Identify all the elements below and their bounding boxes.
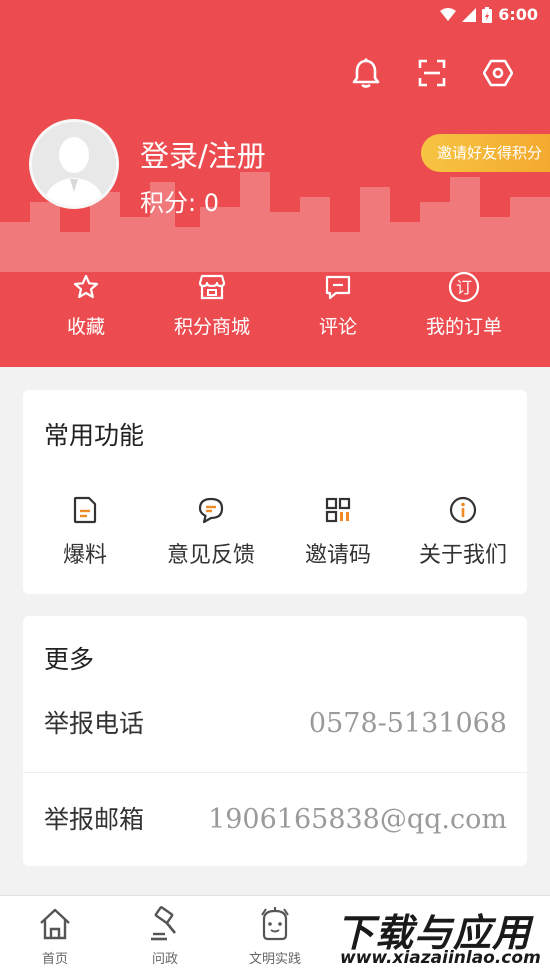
tab-label: 文明实践 bbox=[248, 952, 301, 967]
common-functions-card: 常用功能 爆料 意见反馈 邀请码 关于我们 bbox=[23, 390, 527, 594]
quick-nav-points-mall[interactable]: 积分商城 bbox=[166, 268, 258, 339]
avatar[interactable] bbox=[29, 119, 119, 209]
report-phone-value[interactable]: 0578-5131068 bbox=[309, 676, 507, 772]
watermark-overlay: 下载与应用 www.xiazaiinlao.com bbox=[330, 898, 550, 976]
wifi-icon bbox=[440, 7, 457, 21]
quick-nav-label: 收藏 bbox=[66, 316, 105, 338]
tab-label: 首页 bbox=[41, 952, 68, 967]
function-label: 爆料 bbox=[62, 543, 107, 568]
function-label: 意见反馈 bbox=[166, 543, 255, 568]
report-email-label: 举报邮箱 bbox=[44, 805, 145, 834]
star-icon bbox=[73, 268, 99, 306]
quick-nav-my-orders[interactable]: 订 我的订单 bbox=[418, 268, 510, 339]
function-invite-code[interactable]: 邀请码 bbox=[297, 494, 379, 569]
report-email-row[interactable]: 举报邮箱 1906165838@qq.com bbox=[23, 772, 527, 868]
tipoff-icon bbox=[72, 494, 98, 526]
tab-label: 问政 bbox=[151, 952, 178, 967]
comment-icon bbox=[324, 268, 352, 306]
quick-nav-comments[interactable]: 评论 bbox=[310, 268, 366, 339]
login-register-link[interactable]: 登录/注册 bbox=[140, 133, 266, 175]
gavel-icon bbox=[147, 904, 183, 944]
tab-civilization-practice[interactable]: 文明实践 bbox=[230, 904, 320, 967]
order-icon: 订 bbox=[448, 268, 480, 306]
shop-icon bbox=[198, 268, 226, 306]
settings-icon[interactable] bbox=[482, 57, 514, 89]
tab-home[interactable]: 首页 bbox=[10, 904, 100, 967]
quick-nav-label: 我的订单 bbox=[425, 316, 502, 338]
default-avatar-icon bbox=[32, 122, 116, 206]
more-card: 更多 举报电话 0578-5131068 举报邮箱 1906165838@qq.… bbox=[23, 616, 527, 866]
quick-nav-label: 评论 bbox=[318, 316, 357, 338]
signal-icon bbox=[462, 7, 477, 22]
battery-icon bbox=[482, 6, 493, 23]
report-phone-row[interactable]: 举报电话 0578-5131068 bbox=[23, 676, 527, 772]
function-label: 关于我们 bbox=[418, 543, 507, 568]
scan-icon[interactable] bbox=[416, 57, 448, 89]
section-title: 更多 bbox=[44, 645, 95, 674]
status-bar: 6:00 bbox=[0, 0, 550, 30]
function-label: 邀请码 bbox=[304, 543, 371, 568]
section-title: 常用功能 bbox=[44, 421, 145, 450]
civilization-icon bbox=[256, 904, 294, 944]
function-about-us[interactable]: 关于我们 bbox=[415, 494, 511, 569]
status-time: 6:00 bbox=[498, 5, 538, 24]
info-icon bbox=[449, 494, 477, 526]
home-icon bbox=[37, 904, 73, 944]
quick-nav-favorites[interactable]: 收藏 bbox=[58, 268, 114, 339]
svg-text:订: 订 bbox=[456, 278, 472, 297]
profile-header: 6:00 登录/注册 积分: 0 邀请好友得积分 收藏 积分商城 评论 订 我的… bbox=[0, 0, 550, 367]
qr-code-icon bbox=[325, 494, 351, 526]
report-phone-label: 举报电话 bbox=[44, 709, 145, 738]
tab-inquiry[interactable]: 问政 bbox=[120, 904, 210, 967]
points-value: 积分: 0 bbox=[140, 189, 219, 217]
feedback-icon bbox=[197, 494, 225, 526]
function-feedback[interactable]: 意见反馈 bbox=[163, 494, 259, 569]
quick-nav-label: 积分商城 bbox=[173, 316, 250, 338]
invite-friends-badge[interactable]: 邀请好友得积分 bbox=[420, 134, 550, 172]
watermark-url-text: www.xiazaiinlao.com bbox=[340, 948, 541, 968]
bell-icon[interactable] bbox=[350, 57, 382, 89]
report-email-value[interactable]: 1906165838@qq.com bbox=[208, 772, 507, 868]
function-tipoff[interactable]: 爆料 bbox=[61, 494, 109, 569]
